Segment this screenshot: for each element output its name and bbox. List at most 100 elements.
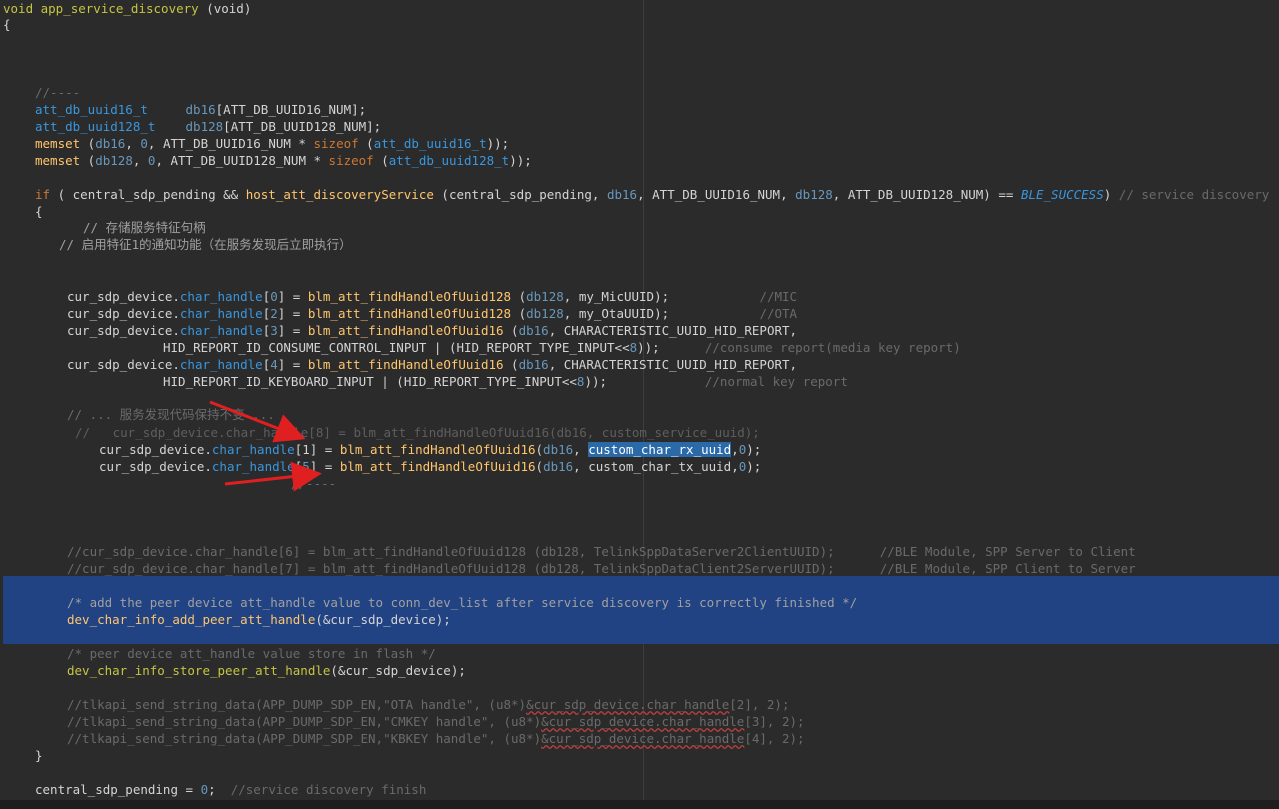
code-line[interactable]: HID_REPORT_ID_CONSUME_CONTROL_INPUT | (H…: [163, 339, 961, 356]
code-token: dev_char_info_store_peer_att_handle: [67, 663, 331, 678]
code-token: 5: [302, 459, 310, 474]
code-token: (: [80, 136, 96, 151]
code-token: blm_att_findHandleOfUuid128: [307, 289, 512, 304]
right-margin-guide: [643, 0, 644, 800]
code-token: 0: [270, 289, 278, 304]
code-token: , CHARACTERISTIC_UUID_HID_REPORT,: [548, 323, 798, 338]
code-token: void app_service_discovery: [3, 1, 199, 16]
code-line[interactable]: HID_REPORT_ID_KEYBOARD_INPUT | (HID_REPO…: [163, 373, 848, 390]
code-token: att_db_uuid128_t: [388, 153, 510, 168]
code-token: , ATT_DB_UUID128_NUM *: [155, 153, 329, 168]
code-token: // service discovery: [1118, 187, 1270, 202]
code-line[interactable]: memset (db16, 0, ATT_DB_UUID16_NUM * siz…: [35, 135, 509, 152]
code-token: (&cur_sdp_device);: [315, 612, 451, 627]
code-line[interactable]: att_db_uuid16_t db16[ATT_DB_UUID16_NUM];: [35, 101, 366, 118]
code-token: //cur_sdp_device.char_handle[6] = blm_at…: [67, 544, 1136, 559]
code-token: db128: [526, 289, 564, 304]
code-token: //----: [35, 85, 81, 100]
code-token: blm_att_findHandleOfUuid16: [339, 442, 536, 457]
code-line[interactable]: //cur_sdp_device.char_handle[6] = blm_at…: [67, 543, 1136, 560]
code-line[interactable]: {: [3, 16, 11, 33]
code-token: db128: [185, 119, 224, 134]
code-token: //cur_sdp_device.char_handle[7] = blm_at…: [67, 561, 1136, 576]
code-token: blm_att_findHandleOfUuid128: [307, 306, 512, 321]
code-token: HID_REPORT_ID_CONSUME_CONTROL_INPUT | (H…: [163, 340, 630, 355]
code-token: ] =: [277, 289, 308, 304]
code-token: char_handle: [211, 442, 295, 457]
code-token: 0: [140, 136, 148, 151]
code-token: db16: [543, 442, 574, 457]
code-line[interactable]: //tlkapi_send_string_data(APP_DUMP_SDP_E…: [67, 730, 805, 747]
code-line[interactable]: void app_service_discovery (void): [3, 0, 251, 17]
code-token: att_db_uuid16_t: [373, 136, 487, 151]
code-line[interactable]: cur_sdp_device.char_handle[5] = blm_att_…: [99, 458, 761, 475]
code-line[interactable]: // 启用特征1的通知功能（在服务发现后立即执行）: [59, 236, 352, 253]
code-token: blm_att_findHandleOfUuid16: [307, 357, 504, 372]
code-line[interactable]: memset (db128, 0, ATT_DB_UUID128_NUM * s…: [35, 152, 532, 169]
code-token: cur_sdp_device.: [67, 357, 180, 372]
code-line[interactable]: // cur_sdp_device.char_handle[8] = blm_a…: [75, 424, 760, 441]
code-token: [ATT_DB_UUID16_NUM];: [215, 102, 367, 117]
code-token: 8: [629, 340, 638, 355]
code-line[interactable]: {: [35, 203, 43, 220]
code-line[interactable]: att_db_uuid128_t db128[ATT_DB_UUID128_NU…: [35, 118, 381, 135]
code-token: db128: [795, 187, 833, 202]
code-token: , my_OtaUUID);: [563, 306, 760, 321]
code-line[interactable]: dev_char_info_add_peer_att_handle(&cur_s…: [67, 611, 451, 628]
code-token: 3: [270, 323, 278, 338]
code-line[interactable]: /* peer device att_handle value store in…: [67, 645, 436, 662]
code-token: (: [535, 442, 544, 457]
code-token: (&cur_sdp_device);: [330, 663, 466, 678]
code-line[interactable]: // ... 服务发现代码保持不变 ...: [67, 406, 275, 423]
code-token: sizeof: [328, 153, 374, 168]
code-token: , my_MicUUID);: [563, 289, 760, 304]
code-line[interactable]: dev_char_info_store_peer_att_handle(&cur…: [67, 662, 466, 679]
code-line[interactable]: /* add the peer device att_handle value …: [67, 594, 857, 611]
code-token: //service discovery finish: [230, 782, 427, 797]
code-line[interactable]: //tlkapi_send_string_data(APP_DUMP_SDP_E…: [67, 696, 790, 713]
code-line[interactable]: }: [35, 747, 43, 764]
code-token: (: [511, 289, 527, 304]
code-token: , custom_char_tx_uuid,: [573, 459, 739, 474]
code-token: ] =: [277, 306, 308, 321]
code-token: , CHARACTERISTIC_UUID_HID_REPORT,: [548, 357, 798, 372]
code-line[interactable]: // 存储服务特征句柄: [83, 219, 206, 236]
code-token: ] =: [277, 357, 308, 372]
code-line[interactable]: cur_sdp_device.char_handle[4] = blm_att_…: [67, 356, 797, 373]
code-token: &cur_sdp_device.char_handle: [541, 731, 745, 746]
code-line[interactable]: central_sdp_pending = 0; //service disco…: [35, 781, 426, 798]
code-token: {: [3, 17, 11, 32]
code-token: char_handle: [179, 323, 263, 338]
code-token: ,: [731, 442, 739, 457]
code-token: (: [503, 357, 519, 372]
code-token: att_db_uuid16_t: [35, 102, 148, 117]
code-token: host_att_discoveryService: [245, 187, 434, 202]
code-token: cur_sdp_device.: [99, 442, 212, 457]
code-line[interactable]: //----: [35, 84, 80, 101]
code-line[interactable]: cur_sdp_device.char_handle[0] = blm_att_…: [67, 288, 797, 305]
code-token: db16: [518, 323, 549, 338]
code-token: ( central_sdp_pending &&: [50, 187, 246, 202]
code-line[interactable]: cur_sdp_device.char_handle[3] = blm_att_…: [67, 322, 797, 339]
code-token: //MIC: [759, 289, 798, 304]
code-token: 4: [270, 357, 278, 372]
code-editor[interactable]: void app_service_discovery (void){//----…: [0, 0, 1279, 809]
code-token: (: [80, 153, 96, 168]
code-line[interactable]: //cur_sdp_device.char_handle[7] = blm_at…: [67, 560, 1136, 577]
code-token: ,: [132, 153, 148, 168]
code-token: , ATT_DB_UUID128_NUM) ==: [832, 187, 1021, 202]
code-token: (: [503, 323, 519, 338]
code-token: char_handle: [179, 357, 263, 372]
code-line[interactable]: cur_sdp_device.char_handle[1] = blm_att_…: [99, 441, 761, 458]
code-line[interactable]: if ( central_sdp_pending && host_att_dis…: [35, 186, 1269, 203]
code-token: /* peer device att_handle value store in…: [67, 646, 436, 661]
code-token: ,: [573, 442, 589, 457]
code-line[interactable]: //tlkapi_send_string_data(APP_DUMP_SDP_E…: [67, 713, 805, 730]
code-token: , ATT_DB_UUID16_NUM *: [147, 136, 314, 151]
code-token: db16: [606, 187, 638, 202]
code-token: ] =: [309, 459, 340, 474]
code-line[interactable]: cur_sdp_device.char_handle[2] = blm_att_…: [67, 305, 797, 322]
code-line[interactable]: //----: [291, 475, 336, 492]
code-token: [4], 2);: [744, 731, 805, 746]
code-token: ));: [486, 136, 510, 151]
